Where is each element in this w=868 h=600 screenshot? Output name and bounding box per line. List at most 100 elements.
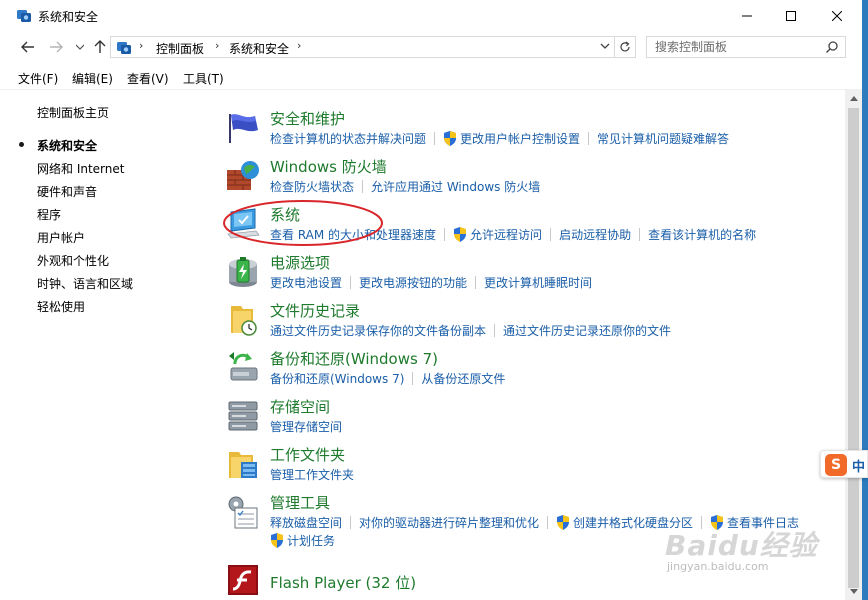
chevron-down-icon[interactable] — [600, 42, 610, 50]
close-button[interactable] — [814, 0, 860, 31]
link-disk-cleanup[interactable]: 释放磁盘空间 — [270, 514, 342, 531]
link-sleep-time[interactable]: 更改计算机睡眠时间 — [484, 274, 592, 291]
search-box[interactable] — [646, 36, 846, 58]
category-title[interactable]: 工作文件夹 — [270, 444, 345, 465]
menu-bar: 文件(F) 编辑(E) 查看(V) 工具(T) — [0, 66, 868, 88]
link-divider — [550, 228, 552, 241]
link-divider — [475, 276, 477, 289]
minimize-icon — [742, 15, 752, 16]
link-restore-files[interactable]: 通过文件历史记录还原你的文件 — [503, 322, 671, 339]
scroll-down-button[interactable] — [845, 583, 862, 600]
breadcrumb-system-security[interactable]: 系统和安全 — [229, 40, 289, 57]
link-allow-app[interactable]: 允许应用通过 Windows 防火墙 — [371, 178, 540, 195]
ime-mode[interactable]: 中 — [852, 456, 865, 475]
sidebar-item-ease-of-access[interactable]: 轻松使用 — [37, 298, 85, 315]
breadcrumb-separator-icon[interactable]: › — [139, 39, 143, 52]
storage-spaces-icon — [228, 401, 258, 431]
arrow-right-icon — [50, 41, 63, 53]
category-links: 释放磁盘空间 对你的驱动器进行碎片整理和优化 创建并格式化硬盘分区 查看事件日志 — [270, 514, 799, 531]
sidebar-item-appearance[interactable]: 外观和个性化 — [37, 252, 109, 269]
link-divider — [701, 516, 703, 529]
sidebar-item-user-accounts[interactable]: 用户帐户 — [37, 229, 85, 246]
category-title[interactable]: 安全和维护 — [270, 108, 345, 129]
firewall-icon — [227, 161, 259, 190]
category-title[interactable]: Windows 防火墙 — [270, 156, 387, 177]
address-bar[interactable]: › 控制面板 › 系统和安全 › — [110, 36, 615, 58]
sidebar-item-clock-language[interactable]: 时钟、语言和区域 — [37, 275, 133, 292]
ime-indicator[interactable]: S 中 — [820, 450, 868, 478]
link-check-status[interactable]: 检查计算机的状态并解决问题 — [270, 130, 426, 147]
content-area: 安全和维护 检查计算机的状态并解决问题 更改用户帐户控制设置 常见计算机问题疑难解答… — [215, 90, 845, 600]
link-backup-restore[interactable]: 备份和还原(Windows 7) — [270, 370, 404, 387]
category-title[interactable]: Flash Player (32 位) — [270, 572, 416, 593]
uac-shield-icon — [444, 131, 457, 146]
link-divider — [362, 180, 364, 193]
category-title[interactable]: 管理工具 — [270, 492, 330, 513]
flash-player-icon — [228, 565, 258, 595]
search-input[interactable] — [647, 37, 817, 57]
uac-shield-icon — [711, 515, 724, 530]
uac-shield-icon — [454, 227, 467, 242]
menu-file[interactable]: 文件(F) — [18, 70, 58, 87]
sidebar-item-network-internet[interactable]: 网络和 Internet — [37, 160, 124, 177]
link-troubleshoot[interactable]: 常见计算机问题疑难解答 — [597, 130, 729, 147]
category-links: 通过文件历史记录保存你的文件备份副本 通过文件历史记录还原你的文件 — [270, 322, 671, 339]
menu-view[interactable]: 查看(V) — [127, 70, 169, 87]
link-divider — [350, 516, 352, 529]
power-battery-icon — [229, 257, 257, 287]
category-title[interactable]: 存储空间 — [270, 396, 330, 417]
link-divider — [639, 228, 641, 241]
link-manage-work-folders[interactable]: 管理工作文件夹 — [270, 466, 354, 483]
category-title[interactable]: 系统 — [270, 204, 300, 225]
maximize-button[interactable] — [768, 0, 814, 31]
forward-button[interactable] — [46, 38, 66, 56]
category-links: 管理存储空间 — [270, 418, 342, 435]
sidebar-item-system-security: 系统和安全 — [37, 139, 98, 153]
link-battery-settings[interactable]: 更改电池设置 — [270, 274, 342, 291]
minimize-button[interactable] — [724, 0, 770, 31]
link-create-partition[interactable]: 创建并格式化硬盘分区 — [573, 514, 693, 531]
back-button[interactable] — [18, 38, 38, 56]
close-icon — [832, 10, 842, 21]
breadcrumb-separator-icon[interactable]: › — [215, 39, 219, 52]
link-view-ram-cpu[interactable]: 查看 RAM 的大小和处理器速度 — [270, 226, 436, 243]
link-manage-storage[interactable]: 管理存储空间 — [270, 418, 342, 435]
arrow-up-icon — [94, 40, 106, 53]
control-panel-icon — [117, 42, 131, 54]
breadcrumb-control-panel[interactable]: 控制面板 — [156, 40, 204, 57]
link-remote-assistance[interactable]: 启动远程协助 — [559, 226, 631, 243]
sidebar-item-hardware-sound[interactable]: 硬件和声音 — [37, 183, 97, 200]
recent-locations-button[interactable] — [70, 38, 90, 56]
search-icon[interactable] — [825, 40, 839, 54]
menu-edit[interactable]: 编辑(E) — [72, 70, 113, 87]
menu-tools[interactable]: 工具(T) — [183, 70, 224, 87]
up-button[interactable] — [90, 38, 110, 56]
vertical-scrollbar[interactable] — [845, 90, 862, 600]
link-event-log[interactable]: 查看事件日志 — [727, 514, 799, 531]
link-divider — [412, 372, 414, 385]
link-defragment[interactable]: 对你的驱动器进行碎片整理和优化 — [359, 514, 539, 531]
category-title[interactable]: 电源选项 — [270, 252, 330, 273]
uac-shield-icon — [271, 533, 283, 548]
category-title[interactable]: 备份和还原(Windows 7) — [270, 348, 438, 369]
link-save-backup[interactable]: 通过文件历史记录保存你的文件备份副本 — [270, 322, 486, 339]
category-title[interactable]: 文件历史记录 — [270, 300, 360, 321]
sidebar-item-control-panel-home[interactable]: 控制面板主页 — [37, 104, 109, 121]
chevron-up-icon — [849, 96, 858, 101]
work-folders-icon — [229, 452, 257, 478]
category-links-row2: 计划任务 — [270, 532, 335, 549]
category-links: 查看 RAM 的大小和处理器速度 允许远程访问 启动远程协助 查看该计算机的名称 — [270, 226, 756, 243]
chevron-down-icon — [76, 44, 84, 50]
link-firewall-status[interactable]: 检查防火墙状态 — [270, 178, 354, 195]
scroll-up-button[interactable] — [845, 90, 862, 107]
link-allow-remote-access[interactable]: 允许远程访问 — [470, 226, 542, 243]
link-uac-settings[interactable]: 更改用户帐户控制设置 — [460, 130, 580, 147]
link-restore-from-backup[interactable]: 从备份还原文件 — [421, 370, 505, 387]
scroll-thumb[interactable] — [848, 108, 859, 588]
sidebar-item-programs[interactable]: 程序 — [37, 206, 61, 223]
refresh-button[interactable] — [614, 36, 636, 58]
link-schedule-tasks[interactable]: 计划任务 — [287, 532, 335, 549]
breadcrumb-separator-icon[interactable]: › — [297, 39, 301, 52]
link-computer-name[interactable]: 查看该计算机的名称 — [648, 226, 756, 243]
link-power-button[interactable]: 更改电源按钮的功能 — [359, 274, 467, 291]
